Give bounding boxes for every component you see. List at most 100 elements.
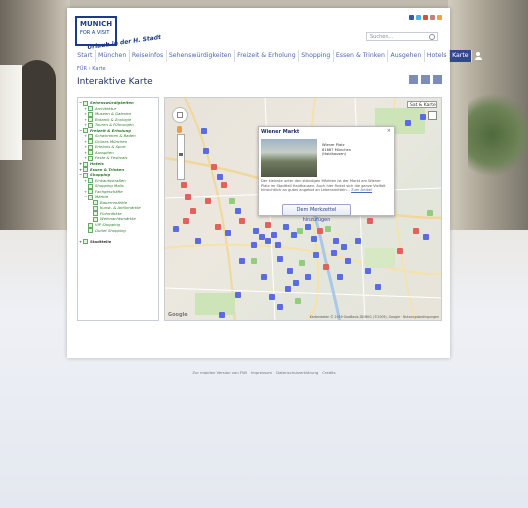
map-marker-icon[interactable] [287, 268, 293, 274]
map-marker-icon[interactable] [219, 312, 225, 318]
map-marker-icon[interactable] [295, 298, 301, 304]
map-marker-icon[interactable] [217, 174, 223, 180]
nav-item-5[interactable]: Shopping [299, 50, 334, 62]
map-marker-icon[interactable] [397, 248, 403, 254]
email-icon[interactable] [433, 75, 442, 84]
nav-item-7[interactable]: Ausgehen [388, 50, 425, 62]
map-marker-icon[interactable] [277, 256, 283, 262]
map-marker-icon[interactable] [271, 232, 277, 238]
nav-item-2[interactable]: Reiseinfos [130, 50, 167, 62]
map-marker-icon[interactable] [299, 260, 305, 266]
tree-item[interactable]: + Stadtteile [79, 239, 157, 245]
map-marker-icon[interactable] [181, 182, 187, 188]
map-marker-icon[interactable] [277, 304, 283, 310]
map-marker-icon[interactable] [201, 128, 207, 134]
map-marker-icon[interactable] [313, 252, 319, 258]
nav-item-0[interactable]: Start [75, 50, 96, 62]
map-marker-icon[interactable] [297, 228, 303, 234]
map-marker-icon[interactable] [413, 228, 419, 234]
map-marker-icon[interactable] [265, 222, 271, 228]
close-icon[interactable]: × [387, 128, 391, 134]
map-marker-icon[interactable] [293, 280, 299, 286]
rss-icon[interactable] [437, 15, 442, 20]
map-marker-icon[interactable] [427, 210, 433, 216]
twitter-icon[interactable] [416, 15, 421, 20]
map-marker-icon[interactable] [239, 258, 245, 264]
streetview-pegman-icon[interactable] [177, 126, 182, 133]
map-marker-icon[interactable] [305, 274, 311, 280]
map-marker-icon[interactable] [337, 274, 343, 280]
map-marker-icon[interactable] [185, 194, 191, 200]
map-marker-icon[interactable] [423, 234, 429, 240]
nav-item-3[interactable]: Sehenswürdigkeiten [167, 50, 235, 62]
tree-item-label: Erlebnis & Sport [95, 144, 126, 150]
map-marker-icon[interactable] [229, 198, 235, 204]
tree-item-label: VIP Shopping [95, 222, 121, 228]
xing-icon[interactable] [430, 15, 435, 20]
map-marker-icon[interactable] [311, 236, 317, 242]
map-marker-icon[interactable] [323, 264, 329, 270]
nav-item-9[interactable]: Karte [449, 50, 472, 62]
map-view[interactable]: Sat & Karte Wiener Markt × Wiener Platz … [164, 97, 442, 321]
googleplus-icon[interactable] [423, 15, 428, 20]
map-marker-icon[interactable] [420, 114, 426, 120]
zoom-handle[interactable] [179, 153, 183, 156]
map-marker-icon[interactable] [203, 148, 209, 154]
map-marker-icon[interactable] [269, 294, 275, 300]
map-marker-icon[interactable] [190, 208, 196, 214]
map-marker-icon[interactable] [239, 218, 245, 224]
map-marker-icon[interactable] [405, 120, 411, 126]
footer-link[interactable]: Zur mobilen Version von FWI [192, 370, 247, 375]
map-marker-icon[interactable] [285, 286, 291, 292]
map-marker-icon[interactable] [205, 198, 211, 204]
map-marker-icon[interactable] [235, 208, 241, 214]
map-attribution[interactable]: Kartendaten © 2019 GeoBasis-DE/BKG (©200… [310, 315, 439, 319]
map-marker-icon[interactable] [275, 242, 281, 248]
nav-item-8[interactable]: Hotels [425, 50, 450, 62]
zoom-slider[interactable] [177, 134, 185, 180]
map-marker-icon[interactable] [225, 230, 231, 236]
map-marker-icon[interactable] [195, 238, 201, 244]
map-marker-icon[interactable] [251, 242, 257, 248]
add-to-notes-button[interactable]: Dem Merkzettel hinzufügen [282, 204, 351, 223]
search-input[interactable]: Suchen... [366, 32, 438, 41]
map-marker-icon[interactable] [253, 228, 259, 234]
tree-item-label: Bauernmärkte [100, 199, 128, 205]
map-type-select[interactable]: Sat & Karte [407, 101, 437, 108]
map-marker-icon[interactable] [173, 226, 179, 232]
facebook-icon[interactable] [409, 15, 414, 20]
map-marker-icon[interactable] [283, 224, 289, 230]
footer-link[interactable]: Datenschutzerklärung [276, 370, 318, 375]
map-marker-icon[interactable] [355, 238, 361, 244]
breadcrumb[interactable]: FÜR › Karte [77, 66, 106, 72]
map-marker-icon[interactable] [235, 292, 241, 298]
map-marker-icon[interactable] [365, 268, 371, 274]
map-marker-icon[interactable] [211, 164, 217, 170]
map-marker-icon[interactable] [375, 284, 381, 290]
map-marker-icon[interactable] [331, 250, 337, 256]
map-marker-icon[interactable] [261, 274, 267, 280]
map-marker-icon[interactable] [341, 244, 347, 250]
map-marker-icon[interactable] [325, 226, 331, 232]
map-marker-icon[interactable] [251, 258, 257, 264]
nav-item-6[interactable]: Essen & Trinken [334, 50, 389, 62]
tree-checkbox[interactable] [83, 239, 88, 245]
search-icon[interactable] [429, 34, 435, 40]
map-marker-icon[interactable] [345, 258, 351, 264]
footer-link[interactable]: Credits [322, 370, 335, 375]
print-icon[interactable] [409, 75, 418, 84]
footer-link[interactable]: Impressum [251, 370, 272, 375]
nav-item-1[interactable]: München [96, 50, 130, 62]
share-icon[interactable] [421, 75, 430, 84]
map-marker-icon[interactable] [221, 182, 227, 188]
map-marker-icon[interactable] [367, 218, 373, 224]
more-link[interactable]: Zum Artikel [351, 188, 372, 192]
map-marker-icon[interactable] [317, 228, 323, 234]
fullscreen-icon[interactable] [428, 111, 437, 120]
map-marker-icon[interactable] [333, 238, 339, 244]
map-marker-icon[interactable] [265, 238, 271, 244]
map-marker-icon[interactable] [183, 218, 189, 224]
pan-control[interactable] [172, 107, 188, 123]
map-marker-icon[interactable] [215, 224, 221, 230]
nav-item-4[interactable]: Freizeit & Erholung [235, 50, 299, 62]
